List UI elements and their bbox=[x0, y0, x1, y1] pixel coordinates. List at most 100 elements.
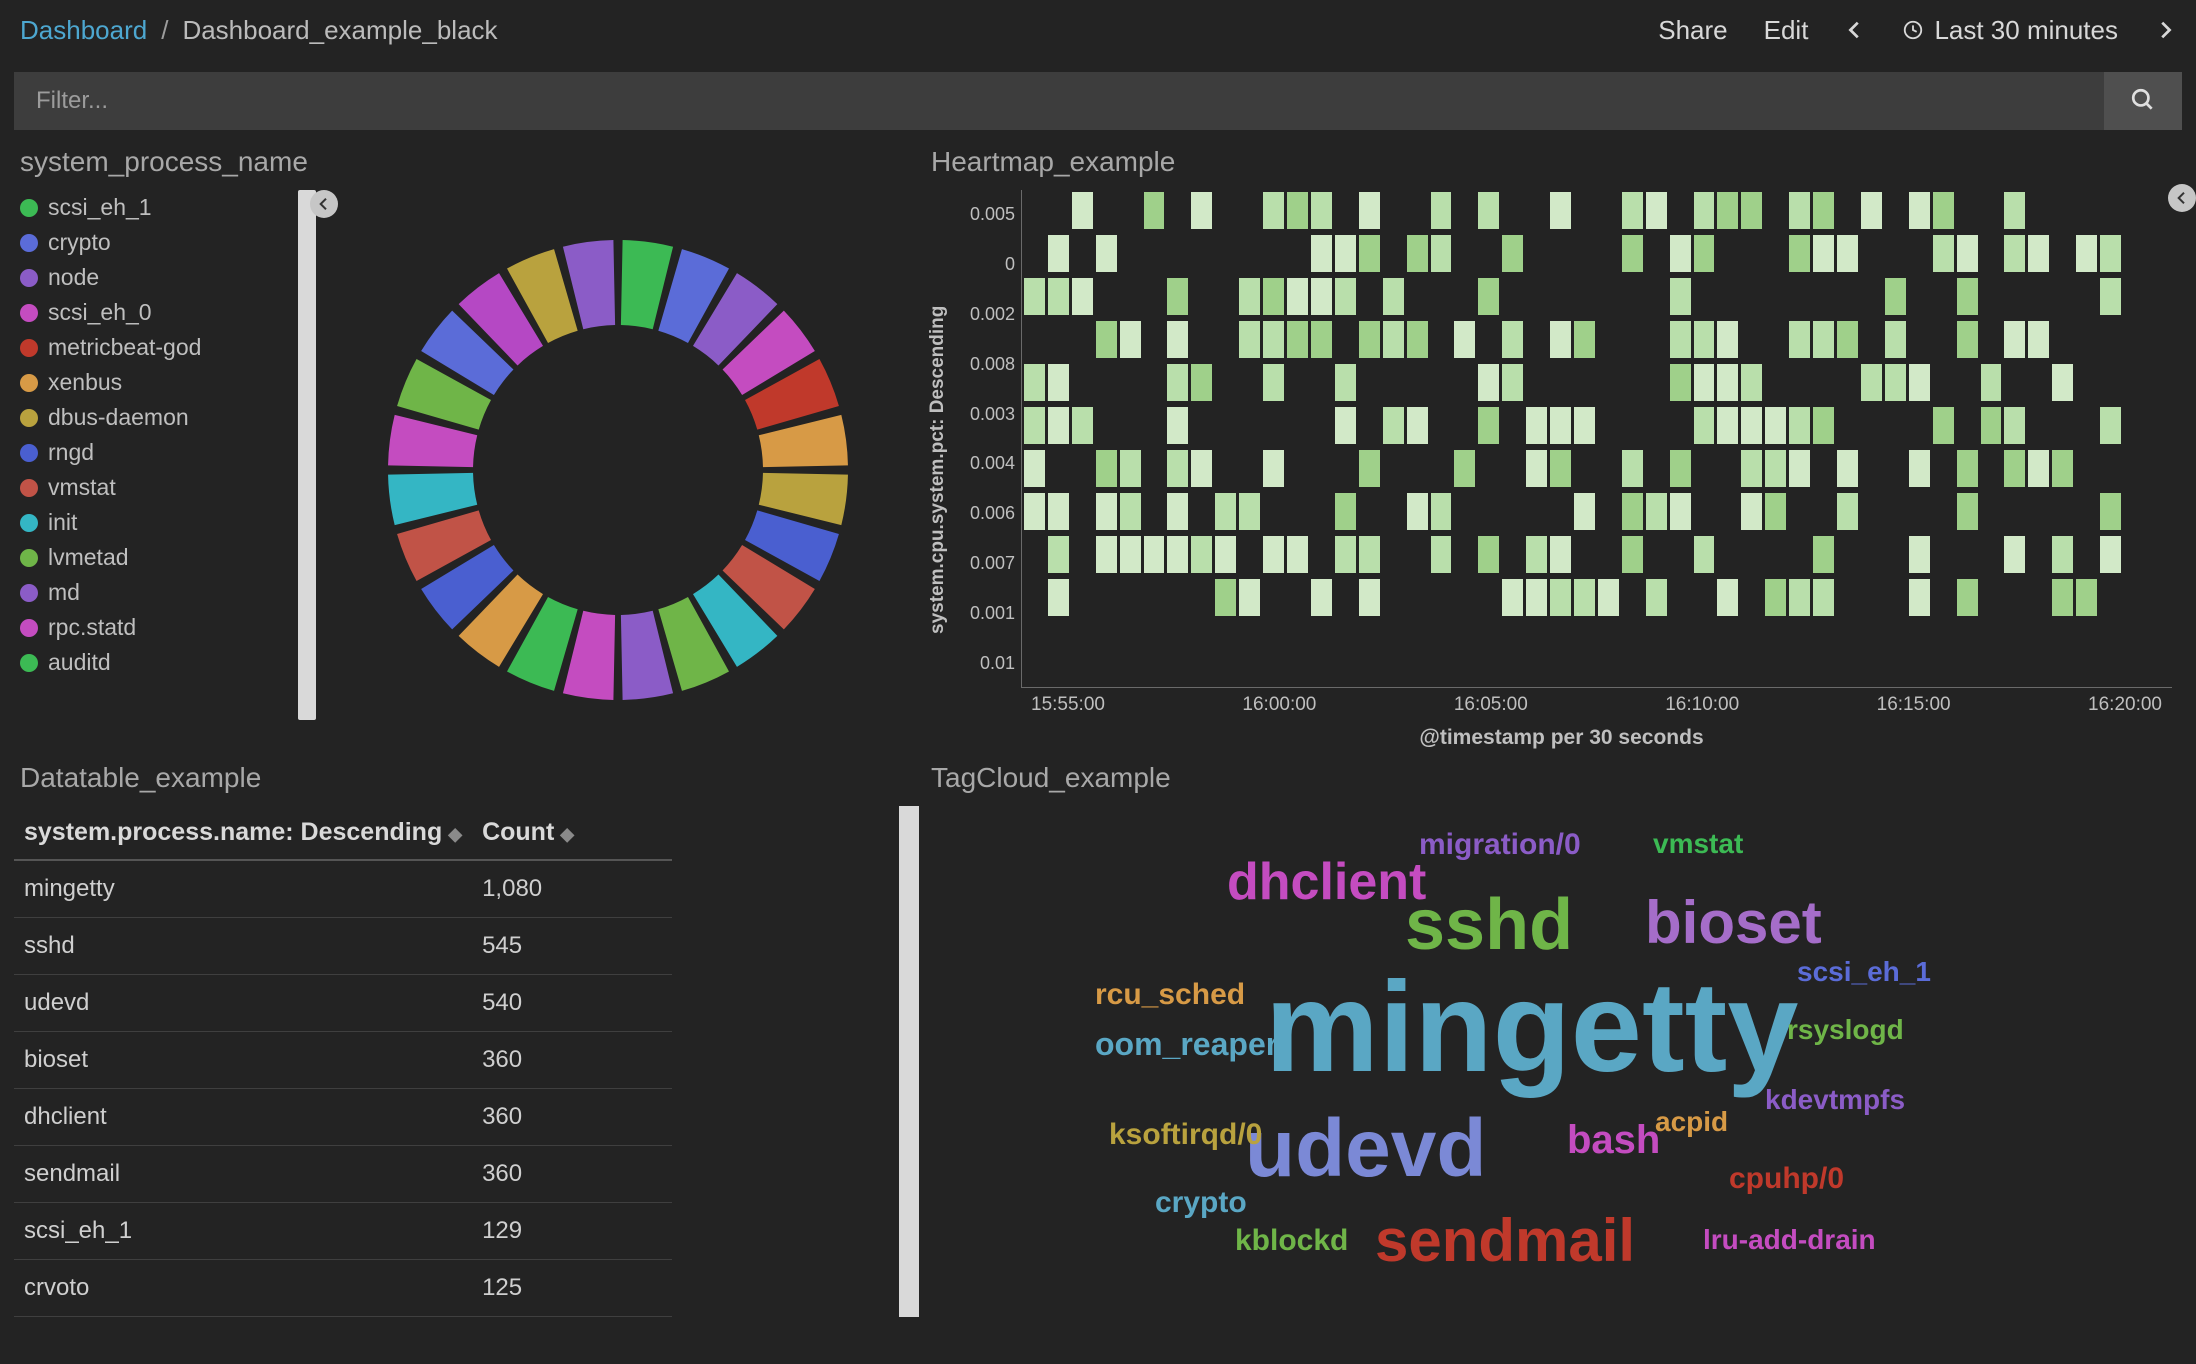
heatmap-cell[interactable] bbox=[1407, 321, 1428, 358]
tagcloud-tag[interactable]: sshd bbox=[1405, 884, 1573, 966]
heatmap-cell[interactable] bbox=[1717, 321, 1738, 358]
heatmap-cell[interactable] bbox=[1694, 364, 1715, 401]
heatmap-cell[interactable] bbox=[1622, 192, 1643, 229]
tagcloud-tag[interactable]: kblockd bbox=[1235, 1224, 1348, 1258]
heatmap-cell[interactable] bbox=[1311, 278, 1332, 315]
heatmap-cell[interactable] bbox=[1789, 450, 1810, 487]
heatmap-cell[interactable] bbox=[1574, 493, 1595, 530]
heatmap-cell[interactable] bbox=[2100, 407, 2121, 444]
heatmap-cell[interactable] bbox=[1359, 192, 1380, 229]
share-button[interactable]: Share bbox=[1658, 15, 1727, 46]
heatmap-cell[interactable] bbox=[1622, 235, 1643, 272]
collapse-left-icon[interactable] bbox=[310, 190, 338, 218]
heatmap-cell[interactable] bbox=[1717, 192, 1738, 229]
heatmap-cell[interactable] bbox=[1981, 364, 2002, 401]
heatmap-cell[interactable] bbox=[1215, 536, 1236, 573]
heatmap-cell[interactable] bbox=[1287, 536, 1308, 573]
heatmap-cell[interactable] bbox=[1574, 579, 1595, 616]
legend-item[interactable]: dbus-daemon bbox=[20, 400, 294, 435]
heatmap-cell[interactable] bbox=[1215, 493, 1236, 530]
heatmap-cell[interactable] bbox=[1957, 321, 1978, 358]
heatmap-cell[interactable] bbox=[1191, 450, 1212, 487]
heatmap-cell[interactable] bbox=[1407, 235, 1428, 272]
heatmap-cell[interactable] bbox=[1813, 536, 1834, 573]
heatmap-cell[interactable] bbox=[1909, 536, 1930, 573]
heatmap-cell[interactable] bbox=[1694, 192, 1715, 229]
legend-item[interactable]: rpc.statd bbox=[20, 610, 294, 645]
tagcloud-tag[interactable]: rsyslogd bbox=[1787, 1014, 1904, 1046]
heatmap-cell[interactable] bbox=[1048, 407, 1069, 444]
filter-input[interactable] bbox=[14, 72, 2104, 130]
tagcloud-tag[interactable]: bash bbox=[1567, 1118, 1660, 1163]
heatmap-cell[interactable] bbox=[1239, 493, 1260, 530]
heatmap-cell[interactable] bbox=[1598, 579, 1619, 616]
heatmap-cell[interactable] bbox=[1550, 450, 1571, 487]
heatmap-cell[interactable] bbox=[1957, 278, 1978, 315]
heatmap-cell[interactable] bbox=[1478, 407, 1499, 444]
donut-chart[interactable] bbox=[316, 190, 919, 750]
heatmap-cell[interactable] bbox=[1717, 407, 1738, 444]
heatmap-cell[interactable] bbox=[1957, 235, 1978, 272]
heatmap-cell[interactable] bbox=[1191, 364, 1212, 401]
heatmap-cell[interactable] bbox=[1120, 450, 1141, 487]
heatmap-cell[interactable] bbox=[1837, 450, 1858, 487]
heatmap-cell[interactable] bbox=[1120, 536, 1141, 573]
heatmap-cell[interactable] bbox=[1311, 321, 1332, 358]
table-scrollbar[interactable] bbox=[899, 806, 919, 1317]
heatmap-cell[interactable] bbox=[1502, 579, 1523, 616]
heatmap-cell[interactable] bbox=[2100, 235, 2121, 272]
legend-item[interactable]: rngd bbox=[20, 435, 294, 470]
tagcloud-tag[interactable]: ksoftirqd/0 bbox=[1109, 1118, 1262, 1152]
heatmap-cell[interactable] bbox=[1670, 278, 1691, 315]
heatmap-cell[interactable] bbox=[1144, 192, 1165, 229]
heatmap-cell[interactable] bbox=[1167, 364, 1188, 401]
tagcloud-tag[interactable]: migration/0 bbox=[1419, 828, 1581, 862]
heatmap-cell[interactable] bbox=[1072, 278, 1093, 315]
heatmap-cell[interactable] bbox=[2100, 278, 2121, 315]
heatmap-cell[interactable] bbox=[1311, 579, 1332, 616]
heatmap-cell[interactable] bbox=[1120, 321, 1141, 358]
heatmap-cell[interactable] bbox=[1144, 536, 1165, 573]
heatmap-cell[interactable] bbox=[1287, 192, 1308, 229]
heatmap-cell[interactable] bbox=[1431, 192, 1452, 229]
heatmap-cell[interactable] bbox=[2004, 407, 2025, 444]
heatmap-cell[interactable] bbox=[1789, 321, 1810, 358]
heatmap-cell[interactable] bbox=[1096, 321, 1117, 358]
heatmap-cell[interactable] bbox=[1454, 321, 1475, 358]
tagcloud-tag[interactable]: acpid bbox=[1655, 1106, 1728, 1138]
heatmap-cell[interactable] bbox=[1335, 536, 1356, 573]
heatmap-cell[interactable] bbox=[1550, 321, 1571, 358]
heatmap-cell[interactable] bbox=[1813, 407, 1834, 444]
heatmap-cell[interactable] bbox=[1048, 579, 1069, 616]
heatmap-cell[interactable] bbox=[1024, 407, 1045, 444]
heatmap-cell[interactable] bbox=[1335, 235, 1356, 272]
heatmap-cell[interactable] bbox=[1526, 579, 1547, 616]
heatmap-cell[interactable] bbox=[1670, 364, 1691, 401]
heatmap-cell[interactable] bbox=[1574, 407, 1595, 444]
table-col2-header[interactable]: Count◆ bbox=[472, 806, 672, 860]
heatmap-cell[interactable] bbox=[1765, 407, 1786, 444]
heatmap-cell[interactable] bbox=[1191, 192, 1212, 229]
heatmap-cell[interactable] bbox=[1694, 407, 1715, 444]
heatmap-cell[interactable] bbox=[1813, 321, 1834, 358]
heatmap-cell[interactable] bbox=[1622, 493, 1643, 530]
table-row[interactable]: bioset360 bbox=[14, 1032, 672, 1089]
heatmap-cell[interactable] bbox=[1263, 278, 1284, 315]
heatmap-cell[interactable] bbox=[1191, 536, 1212, 573]
heatmap-cell[interactable] bbox=[2004, 321, 2025, 358]
tagcloud-tag[interactable]: dhclient bbox=[1227, 852, 1426, 912]
heatmap-cell[interactable] bbox=[1526, 407, 1547, 444]
legend-item[interactable]: init bbox=[20, 505, 294, 540]
heatmap-cell[interactable] bbox=[1622, 536, 1643, 573]
table-row[interactable]: scsi_eh_1129 bbox=[14, 1203, 672, 1260]
heatmap-cell[interactable] bbox=[1909, 579, 1930, 616]
heatmap-cell[interactable] bbox=[1167, 278, 1188, 315]
heatmap-cell[interactable] bbox=[1239, 579, 1260, 616]
heatmap-cell[interactable] bbox=[1335, 278, 1356, 315]
heatmap-cell[interactable] bbox=[1885, 364, 1906, 401]
heatmap-cell[interactable] bbox=[1478, 364, 1499, 401]
heatmap-cell[interactable] bbox=[1383, 321, 1404, 358]
heatmap-cell[interactable] bbox=[1741, 450, 1762, 487]
heatmap-cell[interactable] bbox=[1335, 407, 1356, 444]
heatmap-cell[interactable] bbox=[1072, 192, 1093, 229]
